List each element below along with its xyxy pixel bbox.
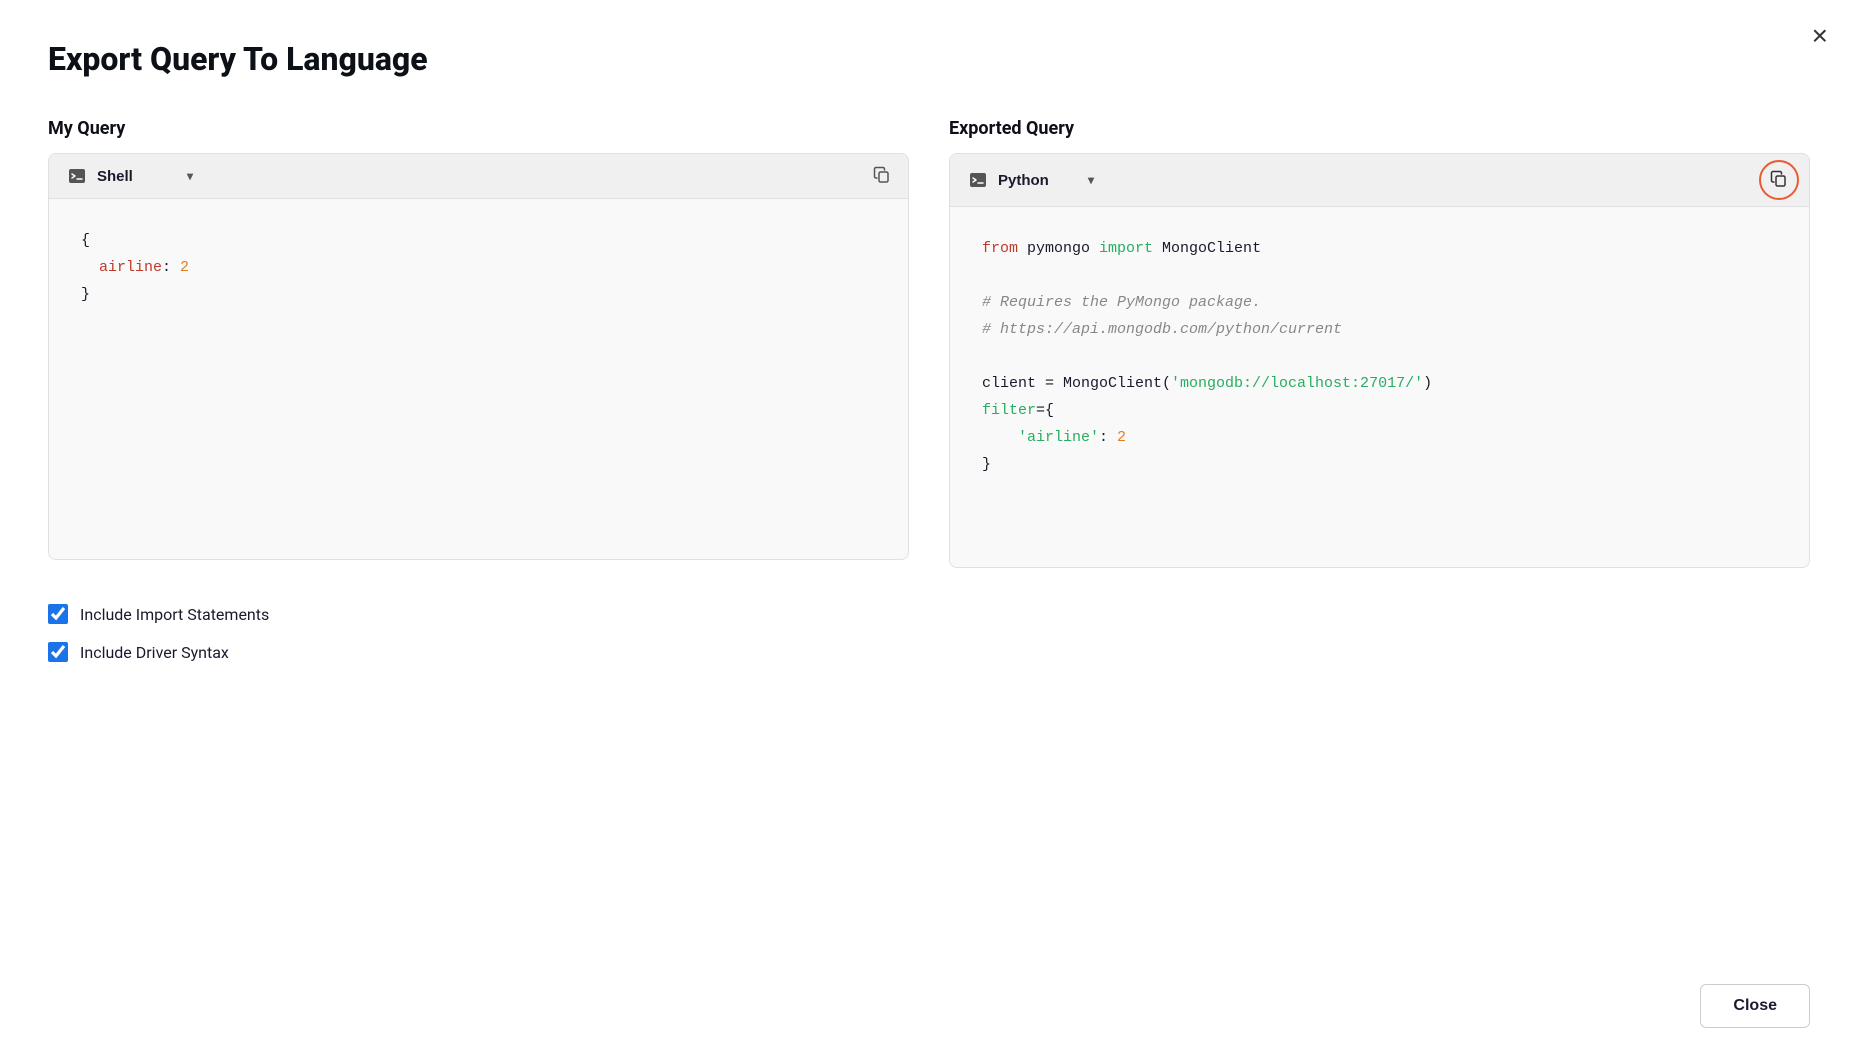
exported-query-language-selector[interactable]: Python ▾ bbox=[950, 158, 1110, 202]
code-line-2: airline: 2 bbox=[81, 254, 876, 281]
exported-query-dropdown-arrow-icon: ▾ bbox=[1088, 173, 1094, 187]
close-button[interactable]: Close bbox=[1700, 984, 1810, 1028]
panels-container: My Query Shell ▾ bbox=[48, 118, 1810, 568]
close-x-button[interactable]: × bbox=[1812, 22, 1828, 50]
include-imports-checkbox[interactable] bbox=[48, 604, 68, 624]
export-line-filter-start: filter={ bbox=[982, 397, 1777, 424]
copy-highlighted-icon bbox=[1769, 169, 1789, 192]
export-line-client: client = MongoClient('mongodb://localhos… bbox=[982, 370, 1777, 397]
export-line-comment1: # Requires the PyMongo package. bbox=[982, 289, 1777, 316]
code-line-3: } bbox=[81, 281, 876, 308]
my-query-panel: My Query Shell ▾ bbox=[48, 118, 909, 568]
export-line-blank1 bbox=[982, 262, 1777, 289]
exported-query-panel: Exported Query Python ▾ bbox=[949, 118, 1810, 568]
exported-query-card: Python ▾ from pymongo import MongoClient… bbox=[949, 153, 1810, 568]
close-x-icon: × bbox=[1812, 20, 1828, 51]
my-query-copy-button[interactable] bbox=[856, 155, 908, 198]
include-driver-label: Include Driver Syntax bbox=[80, 643, 229, 662]
my-query-code-body: { airline: 2 } bbox=[49, 199, 908, 559]
exported-query-card-header: Python ▾ bbox=[950, 154, 1809, 207]
footer-actions: Close bbox=[1700, 984, 1810, 1028]
my-query-language-label: Shell bbox=[97, 168, 133, 185]
checkboxes-section: Include Import Statements Include Driver… bbox=[48, 604, 1810, 662]
include-driver-checkbox[interactable] bbox=[48, 642, 68, 662]
exported-query-language-label: Python bbox=[998, 172, 1049, 189]
exported-query-copy-button[interactable] bbox=[1759, 160, 1799, 200]
include-imports-row[interactable]: Include Import Statements bbox=[48, 604, 1810, 624]
export-line-comment2: # https://api.mongodb.com/python/current bbox=[982, 316, 1777, 343]
include-driver-row[interactable]: Include Driver Syntax bbox=[48, 642, 1810, 662]
include-imports-label: Include Import Statements bbox=[80, 605, 269, 624]
my-query-card-header: Shell ▾ bbox=[49, 154, 908, 199]
exported-query-code-body: from pymongo import MongoClient # Requir… bbox=[950, 207, 1809, 567]
code-line-1: { bbox=[81, 227, 876, 254]
my-query-label: My Query bbox=[48, 118, 909, 139]
page-title: Export Query To Language bbox=[48, 40, 1810, 78]
export-line-blank2 bbox=[982, 343, 1777, 370]
export-line-filter-end: } bbox=[982, 451, 1777, 478]
export-line-1: from pymongo import MongoClient bbox=[982, 235, 1777, 262]
python-icon bbox=[966, 168, 990, 192]
exported-query-label: Exported Query bbox=[949, 118, 1810, 139]
shell-icon bbox=[65, 164, 89, 188]
my-query-language-selector[interactable]: Shell ▾ bbox=[49, 154, 209, 198]
my-query-dropdown-arrow-icon: ▾ bbox=[187, 169, 193, 183]
copy-icon bbox=[872, 165, 892, 188]
my-query-card: Shell ▾ { airline: 2 } bbox=[48, 153, 909, 560]
export-line-filter-item: 'airline': 2 bbox=[982, 424, 1777, 451]
